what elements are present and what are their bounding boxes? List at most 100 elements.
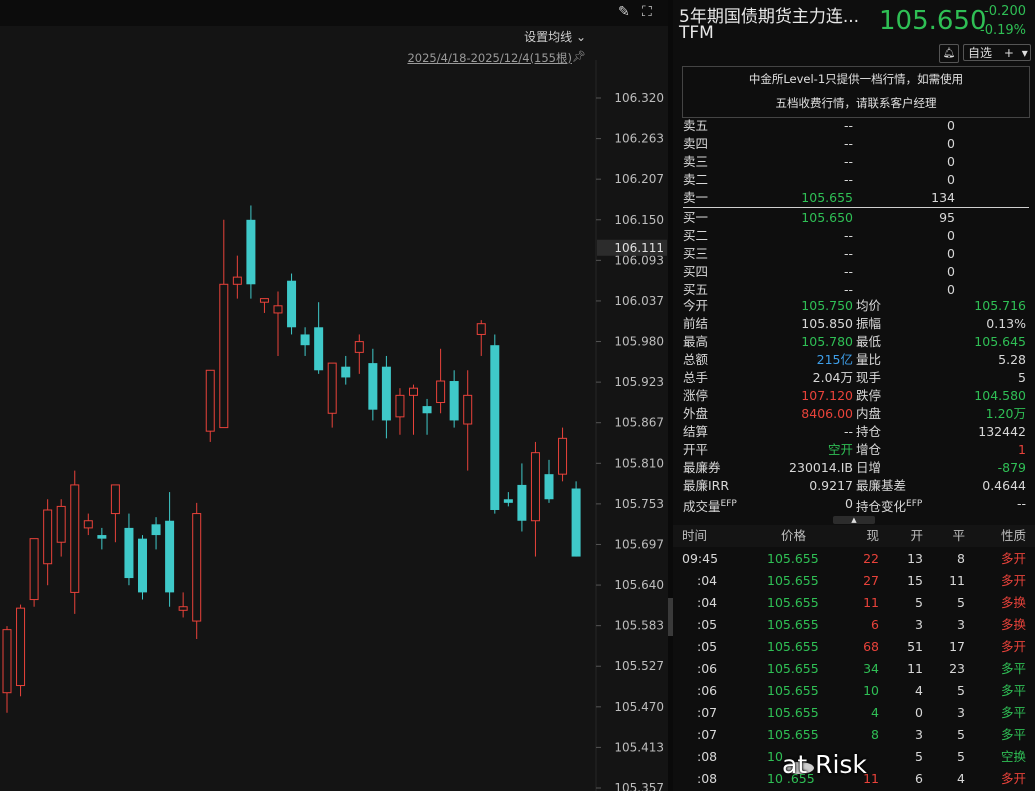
stat-label: 今开 xyxy=(683,298,709,313)
tick-open: 6 xyxy=(915,771,923,786)
kline-chart[interactable]: 106.320106.263106.207106.150106.093106.0… xyxy=(0,0,668,791)
tick-row[interactable]: :06 105.655 34 11 23 多平 xyxy=(673,658,1035,680)
tick-price: 10 xyxy=(767,749,783,764)
tick-nature: 多开 xyxy=(1000,639,1026,654)
tick-nature: 多平 xyxy=(1000,683,1026,698)
tick-row[interactable]: :05 105.655 68 51 17 多开 xyxy=(673,636,1035,658)
add-watchlist-button[interactable]: 自选 + ▾ xyxy=(963,44,1031,61)
tick-price: 105.655 xyxy=(767,617,819,632)
orderbook-level: 买三 xyxy=(683,246,709,261)
fullscreen-icon[interactable]: ⛶ xyxy=(642,4,652,20)
stat-value: 0.9217 xyxy=(809,478,853,493)
col-open: 开 xyxy=(910,528,923,543)
stat-label: 外盘 xyxy=(683,406,709,421)
date-range-label[interactable]: 2025/4/18-2025/12/4(155根) xyxy=(407,50,572,66)
orderbook-volume: 0 xyxy=(947,246,955,261)
y-tick-label: 105.527 xyxy=(614,659,664,673)
stat-value: 215亿 xyxy=(816,352,853,367)
candle-body xyxy=(490,345,500,510)
tick-volume: 6 xyxy=(871,617,879,632)
orderbook-level: 卖一 xyxy=(683,190,709,205)
stat-value: 0 xyxy=(845,496,853,511)
kline-chart-pane[interactable]: 106.320 106.263 106.207 106.150 106.093 106.0… xyxy=(0,0,668,791)
stat-value: 1 xyxy=(1018,442,1026,457)
tick-row[interactable]: :06 105.655 10 4 5 多平 xyxy=(673,680,1035,702)
candle-body xyxy=(558,437,568,475)
candle-body xyxy=(449,381,459,421)
expand-icon[interactable]: ▲ xyxy=(833,516,875,524)
stat-label: 最廉基差 xyxy=(856,478,907,493)
candle-body xyxy=(544,474,554,500)
col-price: 价格 xyxy=(781,528,807,543)
tick-row[interactable]: :07 105.655 4 0 3 多平 xyxy=(673,702,1035,724)
stat-value: 1.20万 xyxy=(985,406,1026,421)
orderbook-price: -- xyxy=(843,246,853,261)
orderbook-volume: 0 xyxy=(947,118,955,133)
candle-body xyxy=(517,484,527,521)
y-tick-label: 106.263 xyxy=(614,132,664,146)
tick-time: :07 xyxy=(697,705,718,720)
tick-volume: 22 xyxy=(863,551,879,566)
candle-body xyxy=(56,505,66,543)
candle-body xyxy=(354,341,364,353)
tick-row[interactable]: :07 105.655 8 3 5 多平 xyxy=(673,724,1035,746)
tick-volume: 27 xyxy=(863,573,879,588)
orderbook-volume: 0 xyxy=(947,136,955,151)
pen-icon[interactable]: ✎ xyxy=(618,4,630,20)
tick-time: 09:45 xyxy=(682,551,719,566)
stat-label: 最廉IRR xyxy=(683,478,730,493)
candle-body xyxy=(83,520,93,529)
quote-pane: 5年期国债期货主力连... TFM 105.650 -0.200 -0.19% … xyxy=(673,0,1035,791)
stat-label: 最低 xyxy=(856,334,882,349)
tick-volume: 10 xyxy=(863,683,879,698)
tick-close: 3 xyxy=(957,705,965,720)
stats-row: 今开 105.750 均价 105.716 xyxy=(673,297,1035,315)
y-tick-label: 105.357 xyxy=(614,781,664,791)
tick-nature: 多开 xyxy=(1000,573,1026,588)
tick-close: 11 xyxy=(949,573,965,588)
stat-label-sup: EFP xyxy=(720,499,737,509)
bell-icon[interactable]: 🔔︎ xyxy=(939,44,959,63)
tick-open: 3 xyxy=(915,617,923,632)
tick-nature: 多换 xyxy=(1000,617,1026,632)
orderbook-volume: 134 xyxy=(931,190,955,205)
tick-row[interactable]: :04 105.655 11 5 5 多换 xyxy=(673,592,1035,614)
stat-value: 230014.IB xyxy=(789,460,853,475)
orderbook-price: -- xyxy=(843,136,853,151)
candle-body xyxy=(246,219,256,285)
price-change: -0.200 xyxy=(984,4,1026,19)
y-tick-label: 106.150 xyxy=(614,213,664,227)
orderbook-price: 105.655 xyxy=(801,190,853,205)
stats-row: 最高 105.780 最低 105.645 xyxy=(673,333,1035,351)
ma-setting-button[interactable]: 设置均线 ⌄ xyxy=(524,28,586,45)
candle-body xyxy=(287,280,297,328)
tick-nature: 多平 xyxy=(1000,705,1026,720)
candle-body xyxy=(192,513,202,622)
candle-body xyxy=(138,538,147,593)
tick-row[interactable]: :05 105.655 6 3 3 多换 xyxy=(673,614,1035,636)
tick-nature: 多平 xyxy=(1000,727,1026,742)
y-tick-label: 105.980 xyxy=(614,335,664,349)
tick-nature: 多开 xyxy=(1000,551,1026,566)
y-tick-label: 105.640 xyxy=(614,578,664,592)
tick-open: 5 xyxy=(915,749,923,764)
price-change-pct: -0.19% xyxy=(980,23,1026,38)
tick-open: 13 xyxy=(907,551,923,566)
tick-open: 11 xyxy=(907,661,923,676)
orderbook-row: 卖二 -- 0 xyxy=(673,171,1035,189)
candle-body xyxy=(273,305,283,314)
orderbook-level: 买四 xyxy=(683,264,709,279)
tick-open: 3 xyxy=(915,727,923,742)
tick-row[interactable]: 09:45 105.655 22 13 8 多开 xyxy=(673,548,1035,570)
candle-body xyxy=(2,629,12,694)
candle-body xyxy=(205,369,215,432)
tick-close: 8 xyxy=(957,551,965,566)
orderbook-row: 卖三 -- 0 xyxy=(673,153,1035,171)
y-tick-label: 105.413 xyxy=(614,740,664,754)
pin-icon[interactable]: 📌︎ xyxy=(572,50,586,63)
orderbook-volume: 95 xyxy=(939,210,955,225)
stats-row: 开平 空开 增仓 1 xyxy=(673,441,1035,459)
tick-row[interactable]: :04 105.655 27 15 11 多开 xyxy=(673,570,1035,592)
stat-value: 2.04万 xyxy=(812,370,853,385)
stats-row: 总手 2.04万 现手 5 xyxy=(673,369,1035,387)
